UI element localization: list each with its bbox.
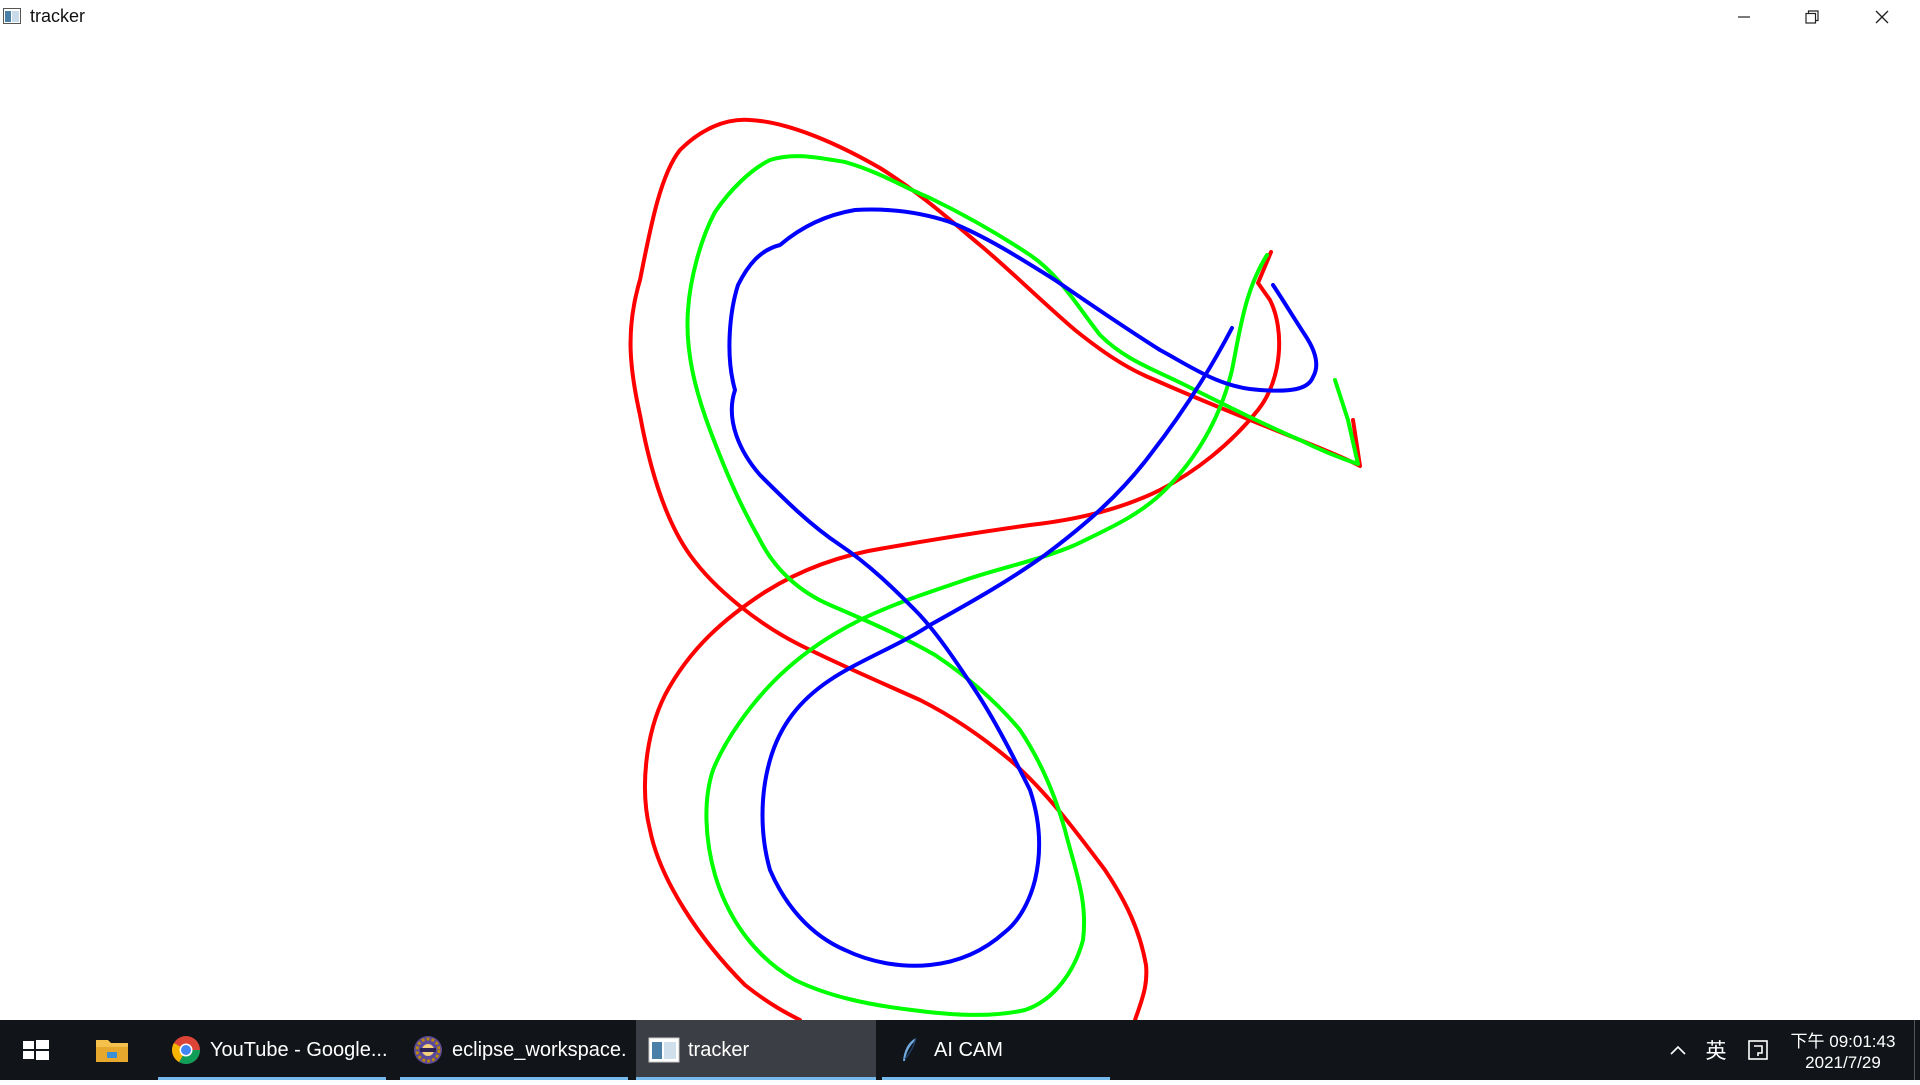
windows-logo-icon — [23, 1040, 49, 1060]
clock-date: 2021/7/29 — [1805, 1053, 1881, 1072]
task-eclipse[interactable]: eclipse_workspace... — [400, 1020, 628, 1080]
close-button[interactable] — [1848, 0, 1916, 34]
taskbar: YouTube - Google... eclipse_workspace...… — [0, 1020, 1920, 1080]
blue-trajectory — [727, 207, 1319, 968]
restore-icon — [1804, 9, 1820, 25]
task-label: YouTube - Google... — [210, 1038, 386, 1061]
file-explorer-button[interactable] — [76, 1020, 148, 1080]
tracker-canvas — [0, 34, 1920, 1020]
window-title-bar: tracker — [0, 0, 1920, 34]
close-icon — [1874, 9, 1890, 25]
feather-icon — [903, 1037, 917, 1061]
clock-time: 下午 09:01:43 — [1790, 1032, 1896, 1051]
start-button[interactable] — [0, 1020, 70, 1080]
opencv-window-icon — [3, 8, 21, 24]
show-hidden-icons-button[interactable] — [1662, 1020, 1694, 1080]
task-ai-cam[interactable]: AI CAM — [882, 1020, 1110, 1080]
task-label: tracker — [688, 1038, 750, 1061]
chrome-icon — [172, 1036, 200, 1064]
ime-mode-button[interactable] — [1740, 1020, 1776, 1080]
task-label: AI CAM — [934, 1038, 1003, 1061]
task-label: eclipse_workspace... — [452, 1038, 628, 1061]
restore-button[interactable] — [1778, 0, 1846, 34]
window-title: tracker — [30, 6, 86, 26]
minimize-button[interactable] — [1710, 0, 1778, 34]
task-tracker[interactable]: tracker — [636, 1020, 876, 1080]
file-explorer-icon — [96, 1040, 128, 1062]
trajectory-drawing — [628, 117, 1362, 1020]
eclipse-icon — [414, 1036, 442, 1064]
show-desktop-button[interactable] — [1914, 1020, 1920, 1080]
ime-mode-icon — [1748, 1040, 1768, 1060]
ime-language-button[interactable]: 英 — [1698, 1020, 1734, 1080]
chevron-up-icon — [1670, 1045, 1686, 1055]
taskbar-clock[interactable]: 下午 09:01:43 2021/7/29 — [1778, 1020, 1908, 1080]
task-chrome[interactable]: YouTube - Google... — [158, 1020, 386, 1080]
minimize-icon — [1736, 9, 1752, 25]
tracker-window-icon — [648, 1037, 680, 1063]
